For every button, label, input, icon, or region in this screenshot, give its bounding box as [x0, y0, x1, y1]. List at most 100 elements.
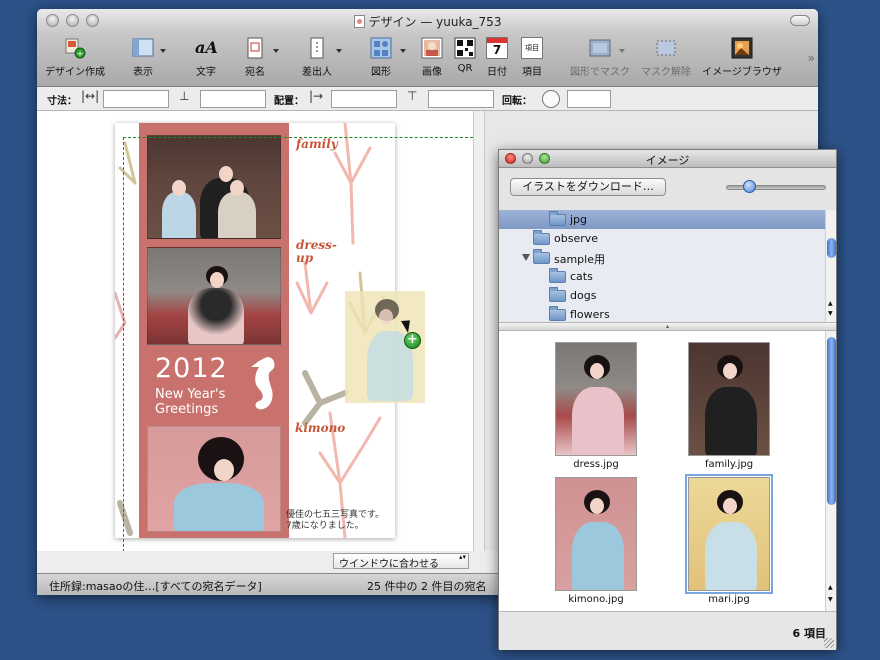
- toolbar-toggle-button[interactable]: [790, 15, 810, 26]
- date-button[interactable]: 7 日付: [483, 37, 511, 78]
- folder-label: jpg: [570, 213, 588, 226]
- width-icon: |↔|: [81, 89, 100, 103]
- tree-scroll-down-icon[interactable]: ▼: [828, 310, 833, 317]
- property-bar: 寸法： |↔| ⊥ 配置： |→ ⊤ 回転：: [37, 87, 818, 111]
- calendar-icon: 7: [486, 37, 508, 59]
- image-button[interactable]: 画像: [417, 37, 447, 78]
- y-position-icon: ⊤: [407, 89, 418, 103]
- tree-scroll-up-icon[interactable]: ▲: [828, 300, 833, 307]
- image-browser-button[interactable]: イメージブラウザ: [701, 37, 783, 78]
- view-icon: [132, 37, 154, 59]
- height-field[interactable]: [200, 90, 266, 108]
- design-create-icon: +: [64, 37, 86, 60]
- document-icon: [353, 15, 365, 28]
- card-year: 2012: [155, 353, 228, 384]
- width-field[interactable]: [103, 90, 169, 108]
- height-icon: ⊥: [179, 89, 190, 103]
- card-message: 優佳の七五三写真です。 7歳になりました。: [286, 510, 385, 531]
- download-illustration-button[interactable]: イラストをダウンロード…: [510, 178, 666, 196]
- status-record-count: 25 件中の 2 件目の宛名: [367, 580, 487, 593]
- seahorse-icon: [251, 357, 275, 410]
- rotation-label: 回転：: [502, 96, 532, 107]
- x-position-field[interactable]: [331, 90, 397, 108]
- drag-copy-plus-icon: +: [404, 332, 421, 349]
- folder-row-dogs[interactable]: dogs: [499, 286, 825, 305]
- sender-button[interactable]: 差出人: [299, 37, 335, 78]
- panel-title-bar[interactable]: イメージ: [499, 150, 836, 168]
- grid-scroll-down-icon[interactable]: ▼: [828, 596, 833, 603]
- folder-label: cats: [570, 270, 593, 283]
- folder-label: sample用: [554, 253, 605, 266]
- thumbnail-size-slider-knob[interactable]: [743, 180, 757, 193]
- folder-row-flowers[interactable]: flowers: [499, 305, 825, 322]
- grid-scroll-up-icon[interactable]: ▲: [828, 584, 833, 591]
- disclosure-triangle-icon[interactable]: [522, 254, 530, 261]
- folder-row-observe[interactable]: observe: [499, 229, 825, 248]
- x-position-icon: |→: [309, 89, 324, 103]
- image-browser-panel: イメージ イラストをダウンロード… jpg observe sample用 cats d…: [498, 149, 837, 650]
- image-thumbnail[interactable]: [685, 474, 773, 594]
- address-icon: [244, 37, 266, 59]
- folder-row-cats[interactable]: cats: [499, 267, 825, 286]
- toolbar-overflow-icon[interactable]: »: [808, 51, 816, 65]
- toolbar: + デザイン作成 表示 aA 文字 宛名 差出人 図形 画像 QR 7 日付 項…: [37, 33, 818, 87]
- qr-button[interactable]: QR: [451, 37, 479, 74]
- resize-grip-icon[interactable]: [824, 638, 834, 648]
- rotation-field[interactable]: [567, 90, 611, 108]
- address-menu-arrow[interactable]: [273, 49, 279, 53]
- design-create-button[interactable]: + デザイン作成: [43, 37, 107, 78]
- folder-row-jpg[interactable]: jpg: [499, 210, 825, 229]
- mask-release-button[interactable]: マスク解除: [637, 37, 695, 78]
- position-label: 配置：: [274, 96, 304, 107]
- rotation-dial-icon[interactable]: [542, 90, 560, 108]
- folder-label: dogs: [570, 289, 597, 302]
- view-button[interactable]: 表示: [128, 37, 158, 78]
- size-label: 寸法：: [47, 96, 77, 107]
- panel-footer: 6 項目: [499, 611, 836, 650]
- design-canvas[interactable]: 2012 New Year's Greetings family dress- …: [37, 111, 485, 551]
- view-menu-arrow[interactable]: [160, 49, 166, 53]
- mask-shape-button[interactable]: 図形でマスク: [567, 37, 633, 78]
- zoom-fit-dropdown[interactable]: ウインドウに合わせる: [333, 553, 469, 570]
- mask-menu-arrow[interactable]: [619, 49, 625, 53]
- item-icon: 項目: [521, 37, 543, 59]
- image-browser-icon: [731, 37, 753, 59]
- family-photo[interactable]: [147, 135, 281, 239]
- text-button[interactable]: aA 文字: [191, 37, 221, 78]
- panel-title: イメージ: [645, 154, 690, 167]
- image-grid: dress.jpg family.jpg kimono.jpg mari.jpg: [499, 331, 825, 611]
- folder-row-sample[interactable]: sample用: [499, 248, 825, 267]
- image-filename: mari.jpg: [708, 594, 750, 605]
- dress-photo[interactable]: [147, 247, 281, 345]
- image-filename: family.jpg: [704, 459, 754, 470]
- item-count: 6 項目: [792, 627, 826, 640]
- tree-scrollbar-thumb[interactable]: [827, 238, 836, 258]
- image-thumbnail[interactable]: [688, 342, 770, 456]
- caption-kimono: kimono: [295, 421, 346, 435]
- kimono-photo[interactable]: [147, 426, 281, 532]
- panel-top-bar: イラストをダウンロード…: [499, 168, 836, 210]
- grid-scrollbar[interactable]: ▲ ▼: [825, 331, 836, 611]
- thumbnail-size-slider[interactable]: [726, 185, 826, 190]
- shape-button[interactable]: 図形: [366, 37, 396, 78]
- card-greeting-text: New Year's Greetings: [155, 387, 226, 417]
- qr-icon: [454, 37, 476, 59]
- margin-guide-vertical: [123, 137, 124, 551]
- grid-scrollbar-thumb[interactable]: [827, 337, 836, 505]
- pane-divider[interactable]: [473, 111, 485, 551]
- shape-menu-arrow[interactable]: [400, 49, 406, 53]
- svg-text:+: +: [76, 50, 84, 60]
- item-button[interactable]: 項目 項目: [517, 37, 547, 78]
- panel-split-handle[interactable]: ▴: [499, 322, 836, 331]
- title-bar[interactable]: デザイン — yuuka_753: [37, 9, 818, 33]
- sender-menu-arrow[interactable]: [336, 49, 342, 53]
- shape-icon: [370, 37, 392, 59]
- image-thumbnail[interactable]: [555, 342, 637, 456]
- dragged-image-preview: [345, 291, 461, 403]
- folder-icon: [549, 268, 566, 283]
- address-button[interactable]: 宛名: [240, 37, 270, 78]
- y-position-field[interactable]: [428, 90, 494, 108]
- image-filename: dress.jpg: [573, 459, 619, 470]
- tree-scrollbar[interactable]: ▲ ▼: [825, 210, 836, 322]
- image-thumbnail[interactable]: [555, 477, 637, 591]
